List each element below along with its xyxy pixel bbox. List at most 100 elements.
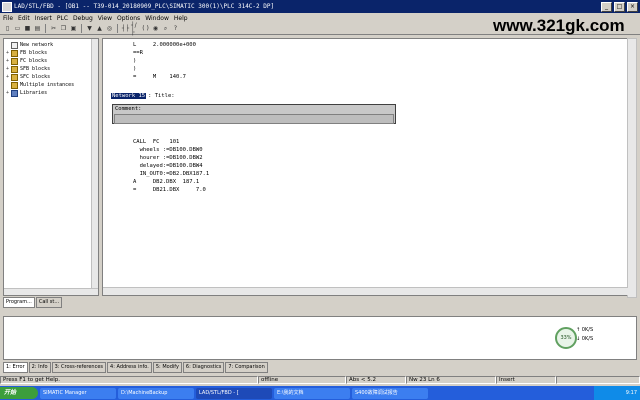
toolbar-separator [81, 24, 82, 33]
menu-file[interactable]: File [3, 15, 13, 22]
status-mode: offline [258, 375, 346, 384]
title-bar: LAD/STL/FBD - [OB1 -- T39-014_20180909_P… [0, 0, 640, 13]
clock[interactable]: 9:17 [626, 390, 637, 396]
task-machine-backup[interactable]: D:\MachineBackup [118, 387, 194, 399]
network-number[interactable]: Network 15 [111, 93, 147, 99]
instances-icon [11, 81, 18, 89]
stl-code-top: L 2.000000e+000 ==R ) ) = M 140.7 [133, 42, 196, 80]
menu-window[interactable]: Window [145, 15, 169, 22]
task-simatic-manager[interactable]: SIMATIC Manager [40, 387, 116, 399]
app-icon [2, 1, 12, 12]
tree-item-label: FB blocks [20, 50, 48, 56]
maximize-button[interactable]: □ [614, 2, 625, 12]
watermark-text: www.321gk.com [493, 16, 625, 35]
tab-modify[interactable]: 5: Modify [152, 362, 182, 373]
folder-icon [11, 65, 18, 73]
menu-edit[interactable]: Edit [18, 15, 30, 22]
left-pane-tabs: Program... Call st... [3, 297, 99, 308]
menu-debug[interactable]: Debug [73, 15, 93, 22]
tab-label: Program... [6, 299, 32, 305]
tab-comparison[interactable]: 7: Comparison [225, 362, 268, 373]
tree-item-multiple-instances[interactable]: Multiple instances [4, 81, 98, 89]
tree-item-label: New network [20, 42, 54, 48]
horizontal-scrollbar[interactable] [103, 287, 628, 295]
comment-label: Comment: [115, 106, 142, 112]
folder-icon [11, 49, 18, 57]
task-report[interactable]: S400故障调试报告 [352, 387, 428, 399]
tree-item-label: Multiple instances [20, 82, 75, 88]
tab-program-elements[interactable]: Program... [3, 297, 35, 308]
upload-icon[interactable]: ▲ [95, 24, 104, 33]
task-documents[interactable]: E:\我的文档 [274, 387, 350, 399]
tab-cross-references[interactable]: 3: Cross-references [51, 362, 107, 373]
menu-insert[interactable]: Insert [35, 15, 52, 22]
menu-options[interactable]: Options [117, 15, 140, 22]
upload-rate-value: 0K/S [581, 327, 594, 333]
tab-address-info[interactable]: 4: Address info. [107, 362, 152, 373]
copy-icon[interactable]: ❐ [59, 24, 68, 33]
zoom-icon[interactable]: ⌕ [161, 24, 170, 33]
system-tray: 9:17 [594, 386, 640, 400]
code-editor[interactable]: L 2.000000e+000 ==R ) ) = M 140.7 Networ… [102, 38, 637, 298]
details-tabs: 1: Error 2: Info 3: Cross-references 4: … [3, 362, 637, 373]
tab-call-structure[interactable]: Call st... [35, 297, 63, 308]
up-arrow-icon: ↑ [576, 327, 581, 333]
toolbar-separator [45, 24, 46, 33]
tab-info[interactable]: 2: Info [28, 362, 51, 373]
cut-icon[interactable]: ✂ [49, 24, 58, 33]
folder-icon [11, 57, 18, 65]
online-icon[interactable]: ◎ [105, 24, 114, 33]
tab-error[interactable]: 1: Error [3, 362, 28, 373]
vertical-scrollbar[interactable] [91, 39, 98, 295]
tree-item-label: Libraries [20, 90, 48, 96]
contact-no-icon[interactable]: ┤├ [121, 24, 130, 33]
network-header: Network 15 : Title: [111, 93, 175, 99]
tree-item-label: SFC blocks [20, 74, 51, 80]
download-icon[interactable]: ▼ [85, 24, 94, 33]
horizontal-scrollbar[interactable] [4, 288, 98, 295]
menu-plc[interactable]: PLC [57, 15, 68, 22]
tree-item-sfb-blocks[interactable]: + SFB blocks [4, 65, 98, 73]
menu-help[interactable]: Help [174, 15, 188, 22]
paste-icon[interactable]: ▣ [69, 24, 78, 33]
download-rate-value: 0K/S [581, 336, 594, 342]
program-elements-pane: New network + FB blocks + FC blocks + SF… [3, 38, 99, 296]
status-insert-mode: Insert [496, 375, 556, 384]
start-button[interactable]: 开始 [0, 387, 38, 399]
tab-label: Call st... [38, 299, 60, 305]
contact-nc-icon[interactable]: ┤/├ [131, 22, 140, 36]
tab-diagnostics[interactable]: 6: Diagnostics [182, 362, 225, 373]
upload-rate: ↑ 0K/S [576, 327, 593, 333]
print-icon[interactable]: ▤ [33, 24, 42, 33]
save-icon[interactable]: ■ [23, 24, 32, 33]
down-arrow-icon: ↓ [576, 336, 581, 342]
network-title[interactable]: : Title: [148, 93, 175, 99]
minimize-button[interactable]: _ [601, 2, 612, 12]
details-pane[interactable] [3, 316, 637, 360]
tree-item-fb-blocks[interactable]: + FB blocks [4, 49, 98, 57]
monitor-icon[interactable]: ◉ [151, 24, 160, 33]
tree-item-sfc-blocks[interactable]: + SFC blocks [4, 73, 98, 81]
menu-view[interactable]: View [98, 15, 112, 22]
help-icon[interactable]: ? [171, 24, 180, 33]
window-title: LAD/STL/FBD - [OB1 -- T39-014_20180909_P… [14, 3, 275, 10]
status-position: Nw 23 Ln 6 [406, 375, 496, 384]
tree-item-label: FC blocks [20, 58, 48, 64]
stl-code-bottom: CALL FC 101 wheels :=DB100.DBW0 hourer :… [133, 139, 210, 193]
coil-icon[interactable]: ( ) [141, 24, 150, 33]
new-icon[interactable]: ▯ [3, 24, 12, 33]
status-help-text: Press F1 to get Help. [0, 375, 258, 384]
close-button[interactable]: × [627, 2, 638, 12]
vertical-scrollbar[interactable] [627, 38, 637, 298]
status-empty [556, 375, 640, 384]
status-bar: Press F1 to get Help. offline Abs < 5.2 … [0, 375, 640, 384]
tree-item-fc-blocks[interactable]: + FC blocks [4, 57, 98, 65]
open-icon[interactable]: ▭ [13, 24, 22, 33]
tree-item-new-network[interactable]: New network [4, 41, 98, 49]
network-monitor-gauge: 33% [555, 327, 577, 349]
task-lad-stl-fbd[interactable]: LAD/STL/FBD - [ [196, 387, 272, 399]
status-abs: Abs < 5.2 [346, 375, 406, 384]
network-comment-box[interactable]: Comment: [112, 104, 396, 124]
comment-field[interactable] [114, 114, 394, 124]
tree-item-libraries[interactable]: + Libraries [4, 89, 98, 97]
